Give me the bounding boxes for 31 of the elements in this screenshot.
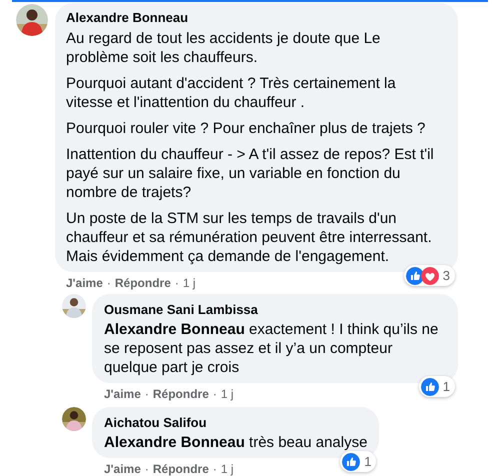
timestamp: 1 j [182, 275, 196, 292]
separator-dot: · [212, 461, 217, 476]
timestamp: 1 j [220, 461, 234, 476]
separator-dot: · [106, 275, 111, 291]
reply-link[interactable]: Répondre [152, 460, 209, 476]
reply-link[interactable]: Répondre [114, 274, 171, 292]
comment-text: Pourquoi rouler vite ? Pour enchaîner plus de trajets ? [66, 119, 426, 138]
timestamp: 1 j [220, 386, 234, 403]
separator-dot: · [144, 461, 149, 476]
author-name[interactable]: Aichatou Salifou [104, 415, 207, 431]
thumbs-up-icon [420, 378, 439, 396]
comment-text: Pourquoi autant d'accident ? Très certainement la vitesse et l'inattention du chauffeur . [66, 74, 397, 112]
separator-dot: · [144, 386, 149, 402]
comment-text: Au regard de tout les accidents je doute que Le problème soit les chauffeurs. [66, 29, 382, 67]
like-link[interactable]: J'aime [104, 460, 141, 476]
author-name[interactable]: Ousmane Sani Lambissa [104, 302, 258, 318]
reply-text: Alexandre Bonneau exactement ! I think qu’ils ne se reposent pas assez et il y’a un compteur quelque part je crois [104, 320, 440, 377]
thumbs-up-icon [342, 452, 360, 470]
reactions-badge[interactable]: 1 [418, 376, 455, 397]
separator-dot: · [174, 275, 179, 291]
thumbs-up-icon [406, 266, 424, 284]
like-link[interactable]: J'aime [104, 385, 141, 403]
comment-text: Inattention du chauffeur - > A t'il assez de repos? Est t'il payé sur un salaire fixe, un variable en fonction du nombre de trajets? [66, 145, 435, 202]
reactions-badge[interactable]: 1 [340, 451, 376, 472]
like-link[interactable]: J'aime [66, 274, 103, 292]
separator-dot: · [212, 386, 217, 402]
reply-link[interactable]: Répondre [152, 385, 209, 403]
author-name[interactable]: Alexandre Bonneau [66, 10, 188, 26]
reply-text: Alexandre Bonneau très beau analyse [104, 433, 368, 452]
reactions-badge[interactable]: 3 [404, 265, 455, 286]
comment-text: Un poste de la STM sur les temps de travails d'un chauffeur et sa rémunération peuvent être interressant. Mais évidemment ça demande de l'engagement. [66, 209, 433, 266]
